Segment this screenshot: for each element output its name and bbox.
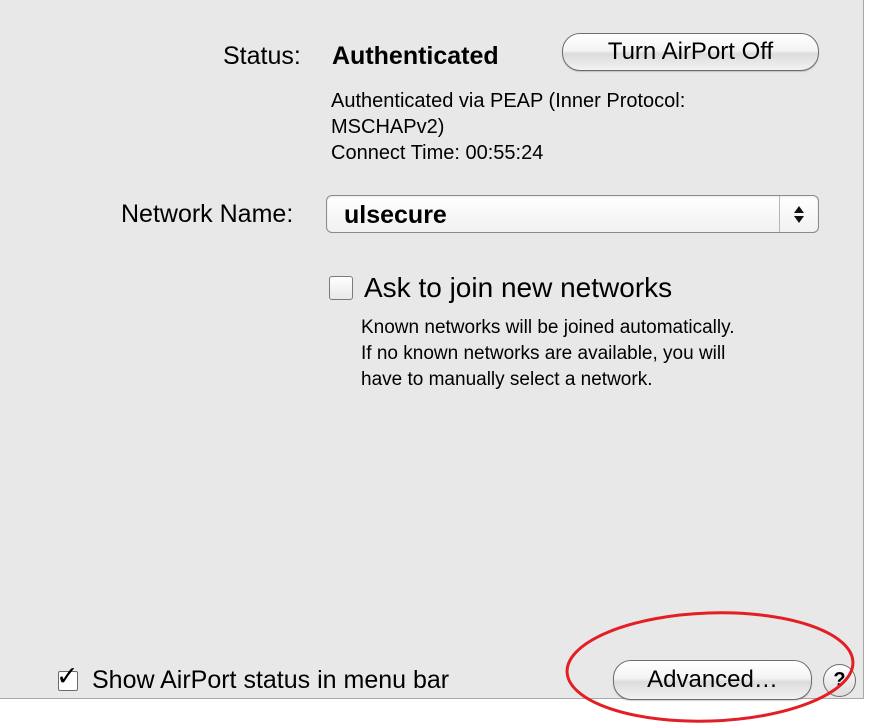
network-name-label: Network Name: [121, 200, 294, 228]
auth-detail-line: MSCHAPv2) [331, 116, 445, 138]
ask-to-join-checkbox[interactable] [329, 276, 353, 300]
checkmark-icon: ✓ [56, 661, 79, 691]
connect-time: Connect Time: 00:55:24 [331, 142, 544, 164]
question-mark-icon[interactable]: ? [823, 664, 856, 697]
status-value: Authenticated [332, 42, 499, 70]
airport-preferences-pane: Status: Authenticated Turn AirPort Off A… [0, 0, 864, 700]
advanced-button[interactable]: Advanced… [613, 660, 812, 700]
network-name-value: ulsecure [344, 201, 447, 229]
ask-to-join-help: If no known networks are available, you … [361, 343, 726, 364]
ask-to-join-help: have to manually select a network. [361, 369, 653, 390]
ask-to-join-help: Known networks will be joined automatica… [361, 317, 735, 338]
show-status-checkbox[interactable]: ✓ [56, 661, 82, 693]
auth-detail-line: Authenticated via PEAP (Inner Protocol: [331, 90, 686, 112]
show-status-label[interactable]: Show AirPort status in menu bar [92, 666, 449, 695]
status-label: Status: [223, 42, 301, 70]
ask-to-join-label[interactable]: Ask to join new networks [364, 272, 672, 304]
network-name-select[interactable]: ulsecure [326, 195, 819, 233]
updown-chevron-icon[interactable] [779, 196, 818, 232]
turn-airport-off-button[interactable]: Turn AirPort Off [562, 33, 819, 71]
